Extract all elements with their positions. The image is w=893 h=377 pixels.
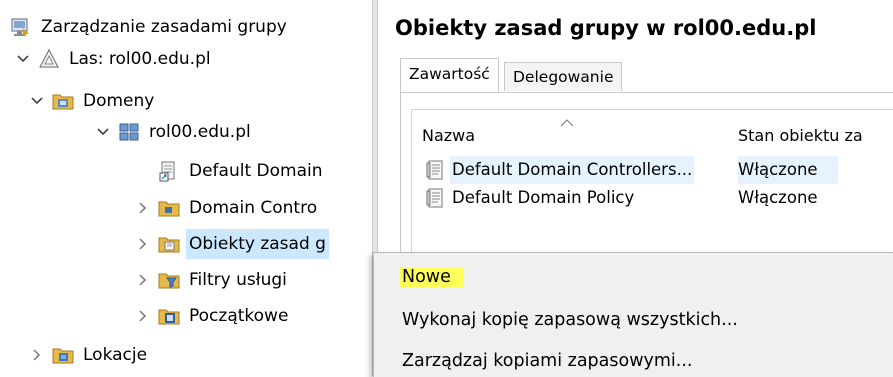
domains-icon	[52, 90, 74, 112]
tree-node-domain[interactable]: rol00.edu.pl	[96, 117, 254, 147]
tree-node-domain-controllers[interactable]: Domain Contro	[136, 193, 320, 223]
menu-item-new[interactable]: Nowe	[400, 261, 463, 293]
tree-node-gpo-folder[interactable]: Obiekty zasad g	[136, 229, 329, 259]
tree-node-label: Domeny	[83, 91, 155, 111]
gpo-list: Nazwa Stan obiektu za Default Domain Con…	[411, 109, 893, 270]
tree-node-starter-gpos[interactable]: Początkowe	[136, 301, 291, 331]
gpm-console-icon	[10, 16, 32, 38]
tree-node-gpm-root[interactable]: Zarządzanie zasadami grupy	[10, 12, 290, 42]
tree-node-label: Zarządzanie zasadami grupy	[41, 17, 287, 37]
gpo-icon	[424, 159, 446, 181]
tree-node-domains[interactable]: Domeny	[30, 86, 157, 116]
gpo-name: Default Domain Controllers...	[450, 156, 695, 184]
wmi-filter-folder-icon	[158, 269, 180, 291]
context-menu: Nowe Wykonaj kopię zapasową wszystkich..…	[373, 252, 893, 377]
menu-item-manage-backups[interactable]: Zarządzaj kopiami zapasowymi...	[400, 345, 694, 377]
chevron-right-icon[interactable]	[136, 273, 150, 287]
table-row[interactable]: Default Domain Controllers... Włączone	[412, 156, 893, 184]
starter-gpo-folder-icon	[158, 305, 180, 327]
domain-icon	[118, 121, 140, 143]
chevron-right-icon[interactable]	[136, 201, 150, 215]
gpo-state: Włączone	[738, 188, 818, 207]
tree-node-label: Lokacje	[83, 345, 148, 365]
chevron-right-icon[interactable]	[136, 309, 150, 323]
tree-node-default-domain[interactable]: Default Domain	[136, 156, 326, 186]
menu-item-label: Nowe	[400, 267, 463, 287]
chevron-down-icon[interactable]	[30, 94, 44, 108]
menu-item-label: Wykonaj kopię zapasową wszystkich...	[402, 310, 738, 330]
tree-node-label: Las: rol00.edu.pl	[69, 49, 211, 69]
console-tree: Zarządzanie zasadami grupy Las: rol00.ed…	[0, 0, 372, 376]
menu-item-label: Zarządzaj kopiami zapasowymi...	[402, 351, 693, 371]
gpo-link-icon	[158, 160, 180, 182]
tree-node-sites[interactable]: Lokacje	[30, 340, 150, 370]
forest-icon	[38, 48, 60, 70]
gpo-state: Włączone	[738, 156, 838, 184]
menu-item-backup-all[interactable]: Wykonaj kopię zapasową wszystkich...	[400, 304, 740, 336]
tree-node-label: Początkowe	[189, 306, 289, 326]
column-header-name[interactable]: Nazwa	[422, 110, 475, 150]
tree-node-wmi-filters[interactable]: Filtry usługi	[136, 265, 290, 295]
tree-node-label: Domain Contro	[189, 198, 318, 218]
tree-node-label: Obiekty zasad g	[186, 229, 329, 259]
chevron-right-icon[interactable]	[136, 237, 150, 251]
chevron-down-icon[interactable]	[96, 125, 110, 139]
chevron-down-icon[interactable]	[16, 52, 30, 66]
tree-node-label: Default Domain	[189, 161, 323, 181]
chevron-right-icon[interactable]	[30, 348, 44, 362]
page-title: Obiekty zasad grupy w rol00.edu.pl	[395, 16, 817, 40]
gpo-folder-icon	[158, 233, 180, 255]
column-header-state[interactable]: Stan obiektu za	[738, 110, 863, 150]
table-row[interactable]: Default Domain Policy Włączone	[412, 184, 893, 212]
gpo-icon	[424, 187, 446, 209]
ou-folder-icon	[158, 197, 180, 219]
tree-node-forest[interactable]: Las: rol00.edu.pl	[16, 44, 214, 74]
tab-contents[interactable]: Zawartość	[400, 58, 499, 92]
gpo-name: Default Domain Policy	[452, 188, 635, 207]
sites-icon	[52, 344, 74, 366]
sort-ascending-icon	[560, 112, 574, 131]
tree-node-label: Filtry usługi	[189, 270, 287, 290]
tree-node-label: rol00.edu.pl	[149, 122, 251, 142]
tab-delegation[interactable]: Delegowanie	[504, 62, 623, 91]
